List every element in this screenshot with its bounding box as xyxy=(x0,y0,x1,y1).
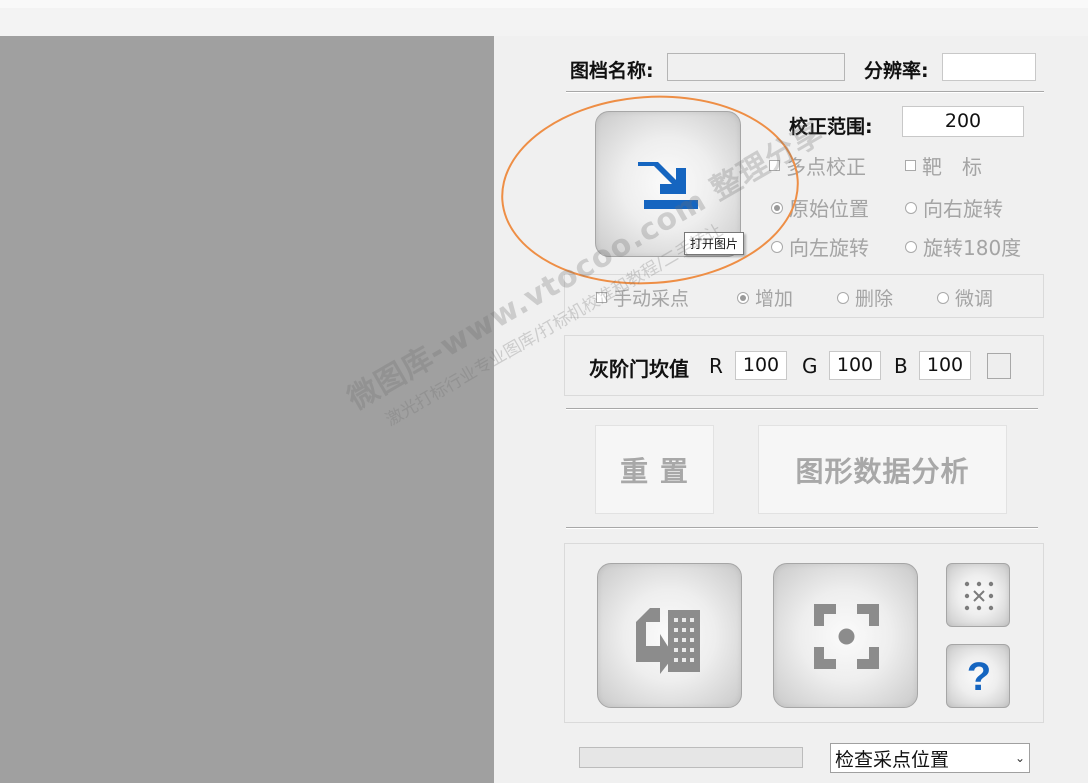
file-name-label: 图档名称: xyxy=(570,60,654,82)
radio-dot xyxy=(837,291,849,304)
b-label: B xyxy=(894,354,908,378)
rotation-left-label: 向左旋转 xyxy=(789,236,869,260)
dropdown-value: 检查采点位置 xyxy=(835,748,950,771)
checkbox-box xyxy=(905,160,916,171)
sampling-add-radio[interactable]: 增加 xyxy=(737,284,793,311)
radio-dot xyxy=(771,240,783,253)
image-canvas[interactable] xyxy=(0,36,494,783)
r-value-field[interactable]: 100 xyxy=(735,351,787,380)
progress-bar xyxy=(579,747,803,768)
calibration-range-label: 校正范围: xyxy=(789,116,873,138)
target-checkbox[interactable]: 靶 标 xyxy=(905,151,982,180)
divider-lower xyxy=(566,527,1038,529)
radio-dot xyxy=(737,291,749,304)
rotation-left-radio[interactable]: 向左旋转 xyxy=(771,232,869,261)
focus-target-button[interactable] xyxy=(773,563,918,708)
check-mode-dropdown[interactable]: 检查采点位置 ⌄ xyxy=(830,743,1030,773)
rotation-right-radio[interactable]: 向右旋转 xyxy=(905,193,1003,222)
r-label: R xyxy=(709,354,723,378)
sampling-delete-radio[interactable]: 删除 xyxy=(837,284,893,311)
file-name-field[interactable] xyxy=(667,53,845,81)
open-image-tooltip: 打开图片 xyxy=(684,232,745,255)
dot-grid-icon xyxy=(964,581,994,611)
g-value-field[interactable]: 100 xyxy=(829,351,881,380)
rotation-right-label: 向右旋转 xyxy=(923,197,1003,221)
b-value-field[interactable]: 100 xyxy=(919,351,971,380)
sampling-finetune-label: 微调 xyxy=(955,288,994,310)
radio-dot xyxy=(771,201,783,214)
g-label: G xyxy=(802,354,818,378)
help-icon: ? xyxy=(966,654,992,699)
checkbox-box xyxy=(596,292,607,303)
multi-point-label: 多点校正 xyxy=(786,155,866,179)
radio-dot xyxy=(905,201,917,214)
sampling-add-label: 增加 xyxy=(755,288,794,310)
resolution-field[interactable] xyxy=(942,53,1036,81)
dot-grid-button[interactable] xyxy=(946,563,1010,627)
target-label: 靶 标 xyxy=(922,155,982,179)
gray-threshold-label: 灰阶门坎值 xyxy=(589,357,689,381)
color-preview-swatch[interactable] xyxy=(987,353,1011,379)
resolution-label: 分辨率: xyxy=(864,60,929,82)
manual-sampling-label: 手动采点 xyxy=(613,288,690,310)
chevron-down-icon: ⌄ xyxy=(1014,751,1025,765)
manual-sampling-checkbox[interactable]: 手动采点 xyxy=(596,284,689,311)
rotation-original-radio[interactable]: 原始位置 xyxy=(771,193,869,222)
sampling-delete-label: 删除 xyxy=(855,288,894,310)
divider-mid xyxy=(566,408,1038,410)
top-bar xyxy=(0,0,1088,36)
sampling-finetune-radio[interactable]: 微调 xyxy=(937,284,993,311)
reset-button[interactable]: 重 置 xyxy=(595,425,714,514)
calibration-range-field[interactable]: 200 xyxy=(902,106,1024,137)
divider-top xyxy=(566,91,1044,93)
focus-target-icon xyxy=(814,604,879,669)
help-button[interactable]: ? xyxy=(946,644,1010,708)
checkbox-box xyxy=(769,160,780,171)
radio-dot xyxy=(937,291,949,304)
analyze-graphics-button[interactable]: 图形数据分析 xyxy=(758,425,1007,514)
rotation-180-label: 旋转180度 xyxy=(923,236,1022,260)
radio-dot xyxy=(905,240,917,253)
data-transfer-icon xyxy=(636,608,700,674)
data-transfer-button[interactable] xyxy=(597,563,742,708)
top-strip xyxy=(0,8,1088,36)
rotation-180-radio[interactable]: 旋转180度 xyxy=(905,232,1021,261)
rotation-original-label: 原始位置 xyxy=(789,197,869,221)
multi-point-checkbox[interactable]: 多点校正 xyxy=(769,151,866,180)
